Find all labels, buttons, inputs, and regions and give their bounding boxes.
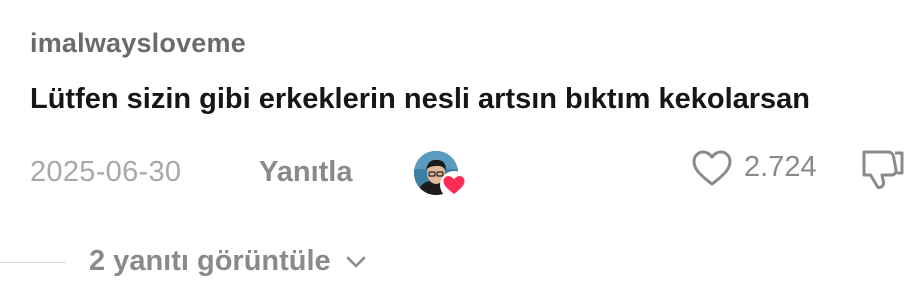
reply-button[interactable]: Yanıtla [259, 156, 353, 189]
comment-meta-row: 2025-06-30 Yanıtla 2.724 [0, 148, 915, 204]
replies-divider [0, 262, 66, 263]
replies-row: 2 yanıtı görüntüle [0, 240, 915, 286]
comment-item: imalwaysloveme Lütfen sizin gibi erkekle… [0, 0, 915, 305]
comment-text: Lütfen sizin gibi erkeklerin nesli artsı… [30, 83, 811, 115]
chevron-down-icon [345, 255, 367, 269]
like-count: 2.724 [744, 151, 817, 183]
thumbs-down-icon[interactable] [858, 148, 906, 192]
comment-date: 2025-06-30 [30, 156, 182, 188]
view-replies-label: 2 yanıtı görüntüle [89, 245, 331, 277]
heart-filled-icon [440, 171, 468, 199]
comment-username[interactable]: imalwaysloveme [30, 28, 246, 59]
view-replies-button[interactable]: 2 yanıtı görüntüle [89, 245, 367, 285]
creator-liked-badge [414, 151, 470, 199]
heart-outline-icon [690, 148, 734, 188]
